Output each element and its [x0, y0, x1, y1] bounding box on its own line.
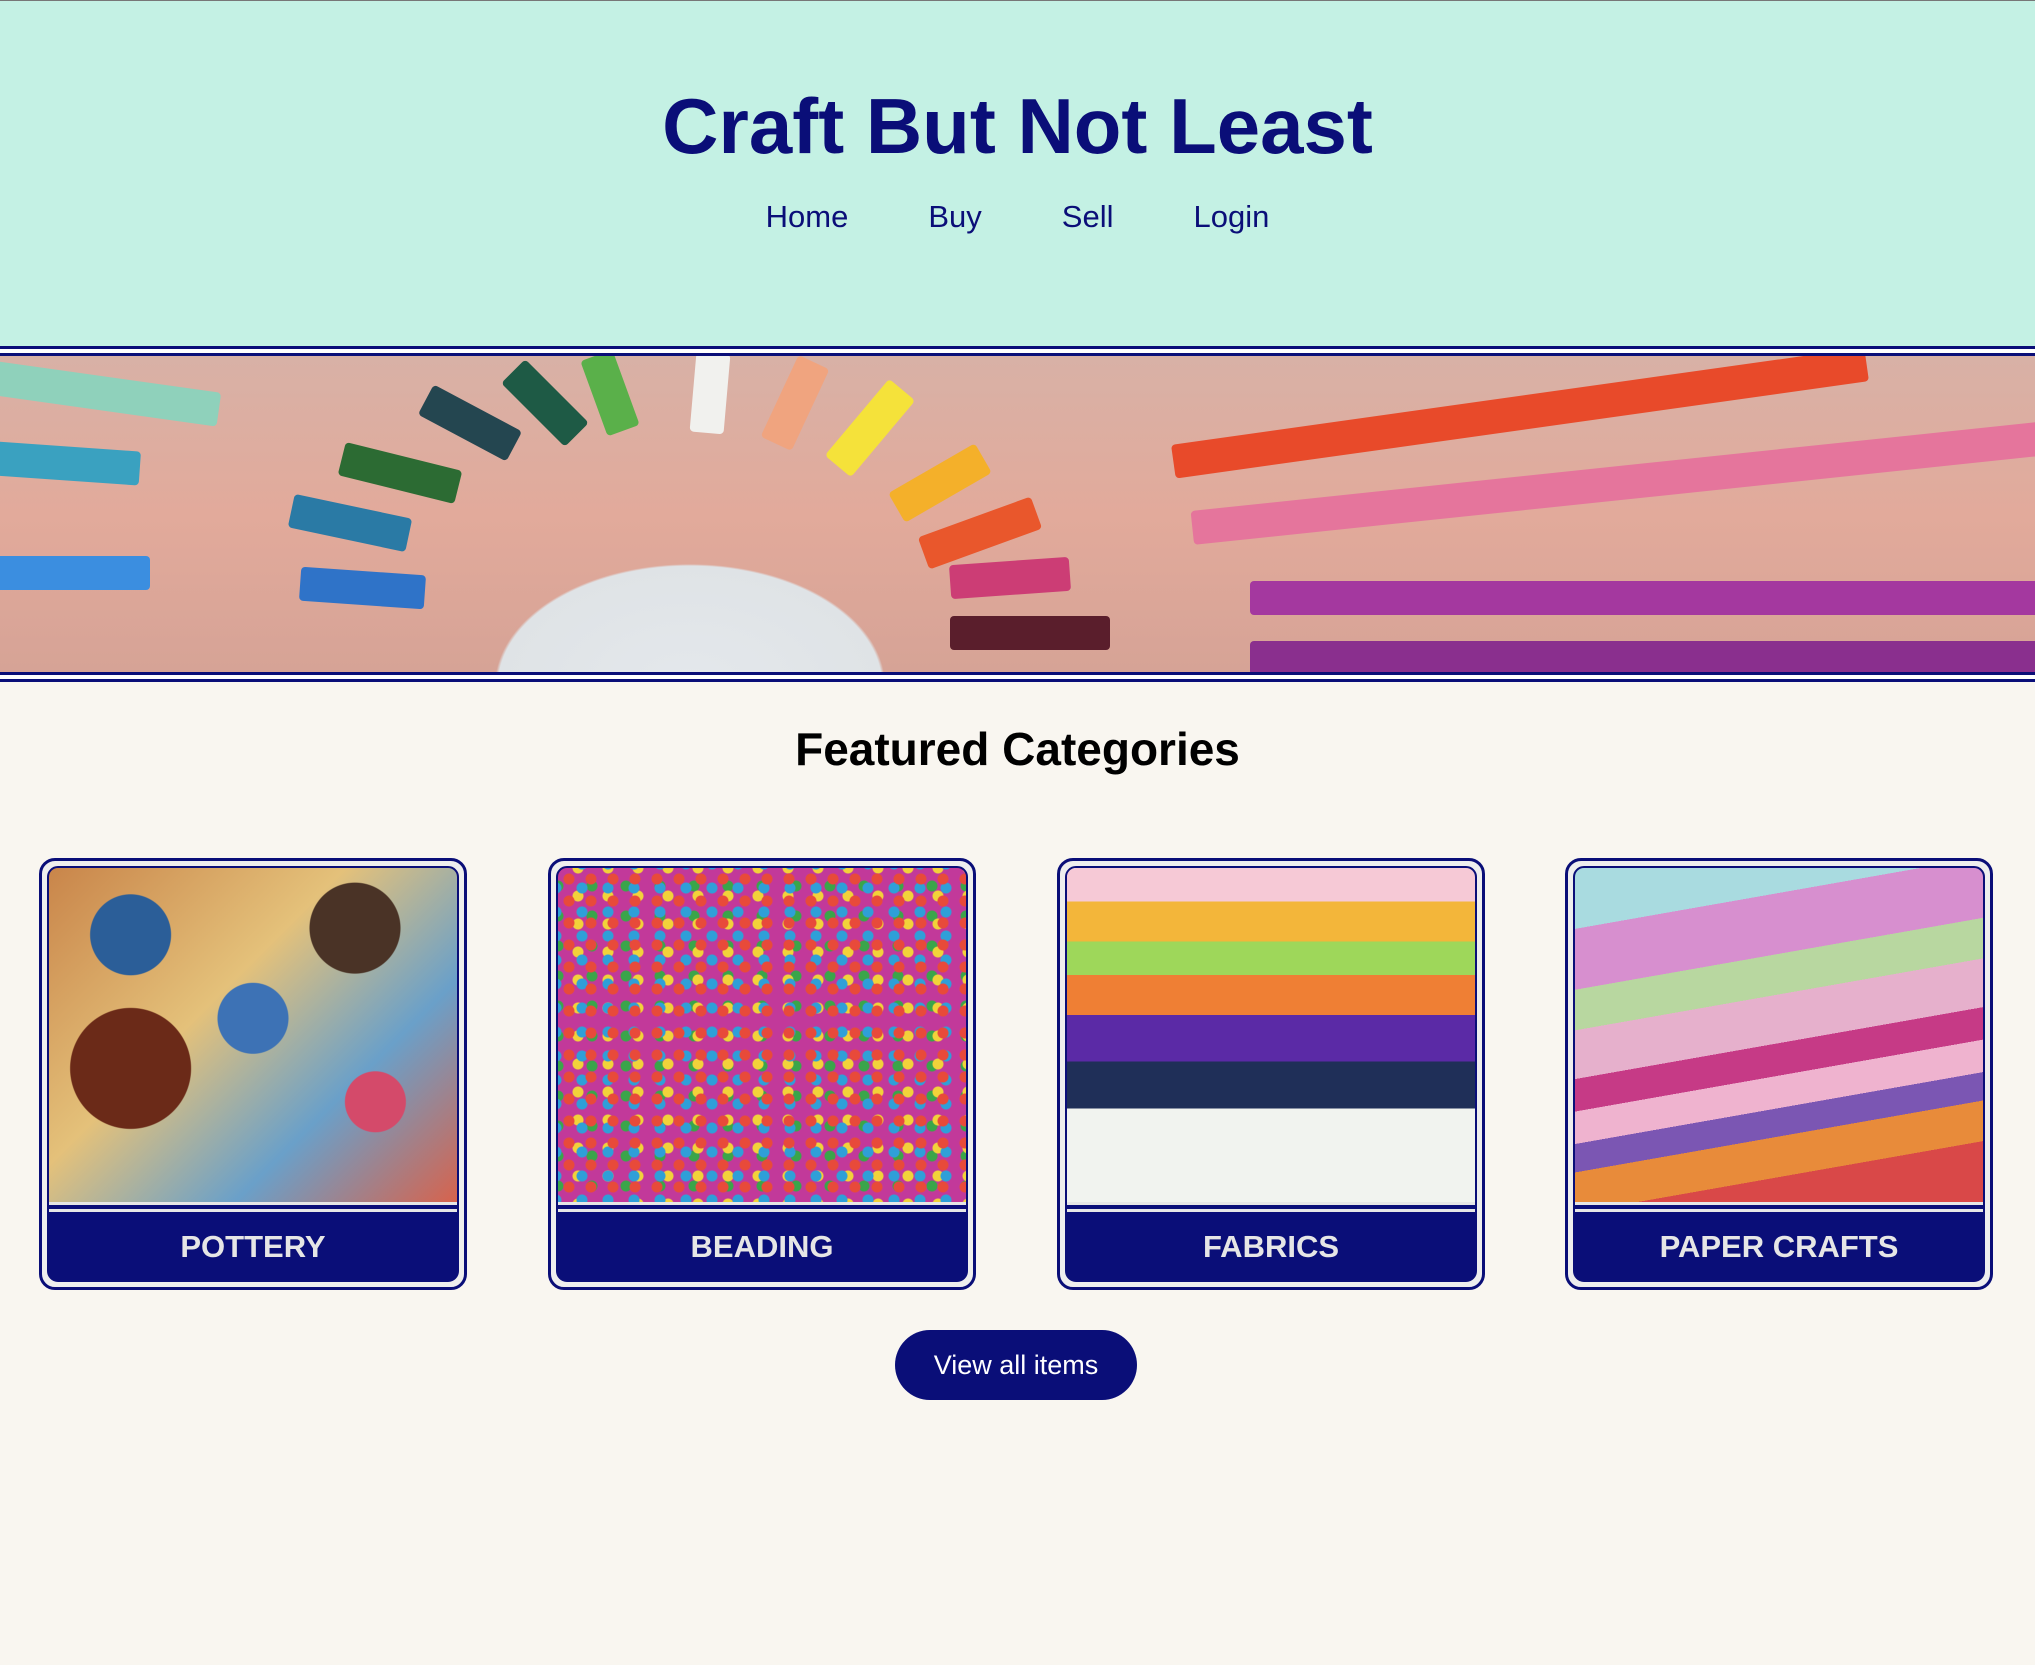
pottery-image — [49, 868, 457, 1202]
category-card-paper-crafts[interactable]: PAPER CRAFTS — [1565, 858, 1993, 1290]
category-label: POTTERY — [180, 1229, 326, 1264]
site-header: Craft But Not Least Home Buy Sell Login — [0, 0, 2035, 346]
featured-categories-heading: Featured Categories — [795, 723, 1240, 775]
fabrics-image — [1067, 868, 1475, 1202]
category-label: BEADING — [690, 1229, 834, 1264]
paper-crafts-image — [1575, 868, 1983, 1202]
divider — [1067, 1202, 1475, 1212]
category-label: FABRICS — [1202, 1229, 1340, 1264]
category-card-fabrics[interactable]: FABRICS — [1057, 858, 1485, 1290]
main-nav: Home Buy Sell Login — [0, 199, 2035, 235]
nav-buy[interactable]: Buy — [928, 199, 981, 235]
beading-image — [558, 868, 966, 1202]
view-all-items-button[interactable]: View all items — [895, 1330, 1137, 1400]
divider — [1575, 1202, 1983, 1212]
nav-login[interactable]: Login — [1193, 199, 1269, 235]
divider — [0, 672, 2035, 682]
category-card-beading[interactable]: BEADING — [548, 858, 976, 1290]
divider — [0, 346, 2035, 356]
hero-banner-pencils-image — [0, 356, 2035, 672]
site-title: Craft But Not Least — [662, 82, 1373, 170]
nav-sell[interactable]: Sell — [1062, 199, 1114, 235]
nav-home[interactable]: Home — [766, 199, 849, 235]
category-label: PAPER CRAFTS — [1659, 1229, 1899, 1264]
divider — [558, 1202, 966, 1212]
category-card-pottery[interactable]: POTTERY — [39, 858, 467, 1290]
divider — [49, 1202, 457, 1212]
